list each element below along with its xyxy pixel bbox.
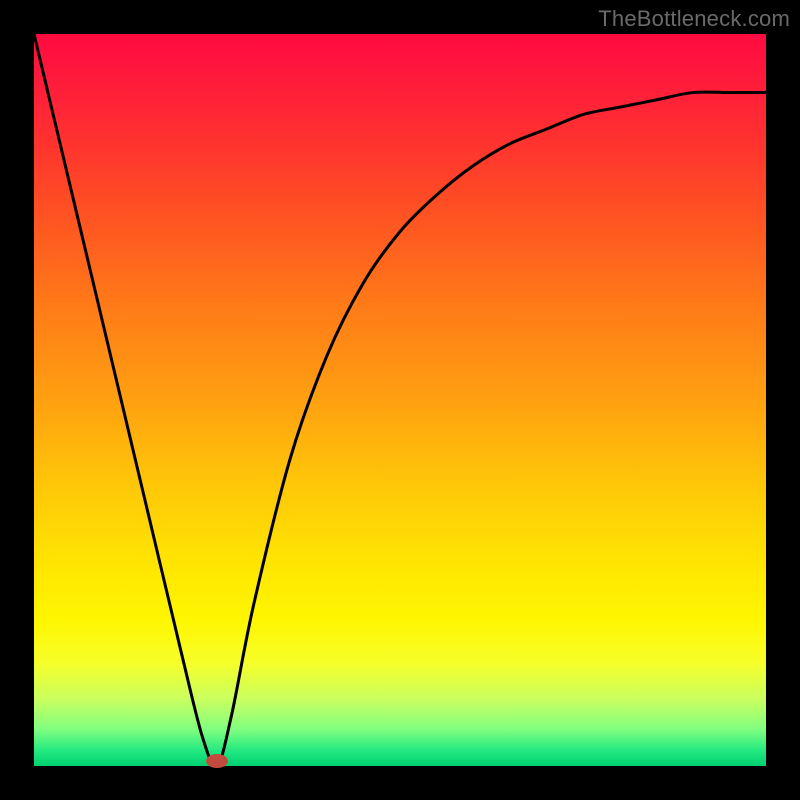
min-marker — [206, 754, 228, 768]
chart-frame: TheBottleneck.com — [0, 0, 800, 800]
watermark-text: TheBottleneck.com — [598, 6, 790, 32]
curve-layer — [34, 34, 766, 766]
plot-area — [34, 34, 766, 766]
bottleneck-curve — [34, 34, 766, 767]
